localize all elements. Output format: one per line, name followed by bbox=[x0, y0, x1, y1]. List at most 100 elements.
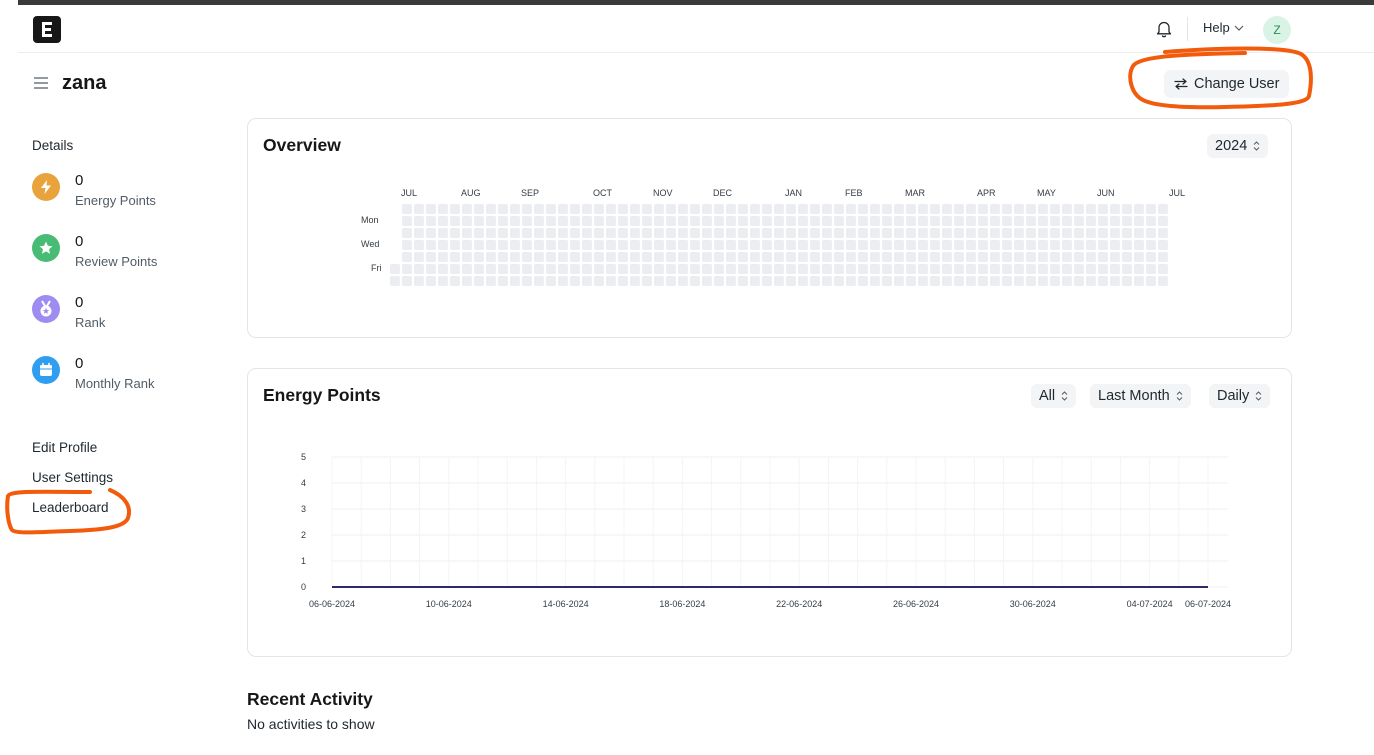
heatmap-cell[interactable] bbox=[1134, 276, 1144, 286]
heatmap-cell[interactable] bbox=[438, 276, 448, 286]
heatmap-cell[interactable] bbox=[978, 264, 988, 274]
heatmap-cell[interactable] bbox=[966, 252, 976, 262]
heatmap-cell[interactable] bbox=[1122, 216, 1132, 226]
interval-filter-select[interactable]: Daily bbox=[1209, 384, 1271, 408]
heatmap-cell[interactable] bbox=[894, 216, 904, 226]
heatmap-cell[interactable] bbox=[726, 228, 736, 238]
heatmap-cell[interactable] bbox=[858, 264, 868, 274]
heatmap-cell[interactable] bbox=[1110, 204, 1120, 214]
heatmap-cell[interactable] bbox=[978, 216, 988, 226]
heatmap-cell[interactable] bbox=[534, 240, 544, 250]
heatmap-cell[interactable] bbox=[1014, 252, 1024, 262]
heatmap-cell[interactable] bbox=[534, 276, 544, 286]
heatmap-cell[interactable] bbox=[942, 204, 952, 214]
heatmap-cell[interactable] bbox=[690, 252, 700, 262]
heatmap-cell[interactable] bbox=[918, 240, 928, 250]
heatmap-cell[interactable] bbox=[618, 264, 628, 274]
heatmap-cell[interactable] bbox=[558, 252, 568, 262]
heatmap-cell[interactable] bbox=[462, 204, 472, 214]
heatmap-cell[interactable] bbox=[774, 204, 784, 214]
heatmap-cell[interactable] bbox=[930, 216, 940, 226]
heatmap-cell[interactable] bbox=[858, 252, 868, 262]
user-avatar[interactable]: Z bbox=[1263, 16, 1291, 44]
heatmap-cell[interactable] bbox=[678, 252, 688, 262]
heatmap-cell[interactable] bbox=[642, 264, 652, 274]
heatmap-cell[interactable] bbox=[1062, 264, 1072, 274]
heatmap-cell[interactable] bbox=[558, 240, 568, 250]
heatmap-cell[interactable] bbox=[762, 264, 772, 274]
heatmap-cell[interactable] bbox=[414, 228, 424, 238]
heatmap-cell[interactable] bbox=[654, 228, 664, 238]
heatmap-cell[interactable] bbox=[474, 204, 484, 214]
heatmap-cell[interactable] bbox=[1014, 204, 1024, 214]
heatmap-cell[interactable] bbox=[882, 276, 892, 286]
heatmap-cell[interactable] bbox=[558, 204, 568, 214]
heatmap-cell[interactable] bbox=[690, 276, 700, 286]
heatmap-cell[interactable] bbox=[1014, 276, 1024, 286]
heatmap-cell[interactable] bbox=[414, 264, 424, 274]
heatmap-cell[interactable] bbox=[1074, 216, 1084, 226]
heatmap-cell[interactable] bbox=[594, 228, 604, 238]
heatmap-cell[interactable] bbox=[1110, 240, 1120, 250]
heatmap-cell[interactable] bbox=[450, 252, 460, 262]
heatmap-cell[interactable] bbox=[1158, 228, 1168, 238]
type-filter-select[interactable]: All bbox=[1031, 384, 1077, 408]
heatmap-cell[interactable] bbox=[474, 264, 484, 274]
heatmap-cell[interactable] bbox=[1074, 204, 1084, 214]
heatmap-cell[interactable] bbox=[750, 252, 760, 262]
heatmap-cell[interactable] bbox=[822, 276, 832, 286]
heatmap-cell[interactable] bbox=[1134, 228, 1144, 238]
heatmap-cell[interactable] bbox=[498, 216, 508, 226]
heatmap-cell[interactable] bbox=[414, 204, 424, 214]
heatmap-cell[interactable] bbox=[774, 276, 784, 286]
heatmap-cell[interactable] bbox=[606, 216, 616, 226]
heatmap-cell[interactable] bbox=[654, 264, 664, 274]
heatmap-cell[interactable] bbox=[942, 264, 952, 274]
heatmap-cell[interactable] bbox=[774, 252, 784, 262]
heatmap-cell[interactable] bbox=[966, 204, 976, 214]
heatmap-cell[interactable] bbox=[534, 228, 544, 238]
heatmap-cell[interactable] bbox=[582, 276, 592, 286]
heatmap-cell[interactable] bbox=[510, 228, 520, 238]
heatmap-cell[interactable] bbox=[426, 264, 436, 274]
heatmap-cell[interactable] bbox=[786, 216, 796, 226]
heatmap-cell[interactable] bbox=[714, 216, 724, 226]
heatmap-cell[interactable] bbox=[918, 216, 928, 226]
heatmap-cell[interactable] bbox=[906, 276, 916, 286]
heatmap-cell[interactable] bbox=[1086, 276, 1096, 286]
heatmap-cell[interactable] bbox=[906, 228, 916, 238]
heatmap-cell[interactable] bbox=[990, 240, 1000, 250]
heatmap-cell[interactable] bbox=[726, 264, 736, 274]
heatmap-cell[interactable] bbox=[510, 216, 520, 226]
heatmap-cell[interactable] bbox=[954, 240, 964, 250]
heatmap-cell[interactable] bbox=[498, 228, 508, 238]
heatmap-cell[interactable] bbox=[1026, 216, 1036, 226]
heatmap-cell[interactable] bbox=[522, 240, 532, 250]
heatmap-cell[interactable] bbox=[546, 252, 556, 262]
heatmap-cell[interactable] bbox=[858, 276, 868, 286]
heatmap-cell[interactable] bbox=[726, 276, 736, 286]
heatmap-cell[interactable] bbox=[750, 216, 760, 226]
heatmap-cell[interactable] bbox=[822, 216, 832, 226]
edit-profile-link[interactable]: Edit Profile bbox=[32, 440, 113, 470]
heatmap-cell[interactable] bbox=[1002, 204, 1012, 214]
heatmap-cell[interactable] bbox=[894, 240, 904, 250]
heatmap-cell[interactable] bbox=[450, 228, 460, 238]
heatmap-cell[interactable] bbox=[798, 228, 808, 238]
heatmap-cell[interactable] bbox=[942, 240, 952, 250]
heatmap-cell[interactable] bbox=[1110, 252, 1120, 262]
heatmap-cell[interactable] bbox=[666, 240, 676, 250]
hamburger-icon[interactable] bbox=[32, 76, 50, 90]
heatmap-cell[interactable] bbox=[702, 264, 712, 274]
heatmap-cell[interactable] bbox=[546, 216, 556, 226]
heatmap-cell[interactable] bbox=[702, 228, 712, 238]
heatmap-cell[interactable] bbox=[714, 276, 724, 286]
notification-bell-icon[interactable] bbox=[1155, 19, 1173, 39]
heatmap-cell[interactable] bbox=[1086, 204, 1096, 214]
heatmap-cell[interactable] bbox=[570, 264, 580, 274]
heatmap-cell[interactable] bbox=[1146, 216, 1156, 226]
heatmap-cell[interactable] bbox=[1146, 264, 1156, 274]
heatmap-cell[interactable] bbox=[426, 228, 436, 238]
heatmap-cell[interactable] bbox=[954, 264, 964, 274]
heatmap-cell[interactable] bbox=[1050, 240, 1060, 250]
